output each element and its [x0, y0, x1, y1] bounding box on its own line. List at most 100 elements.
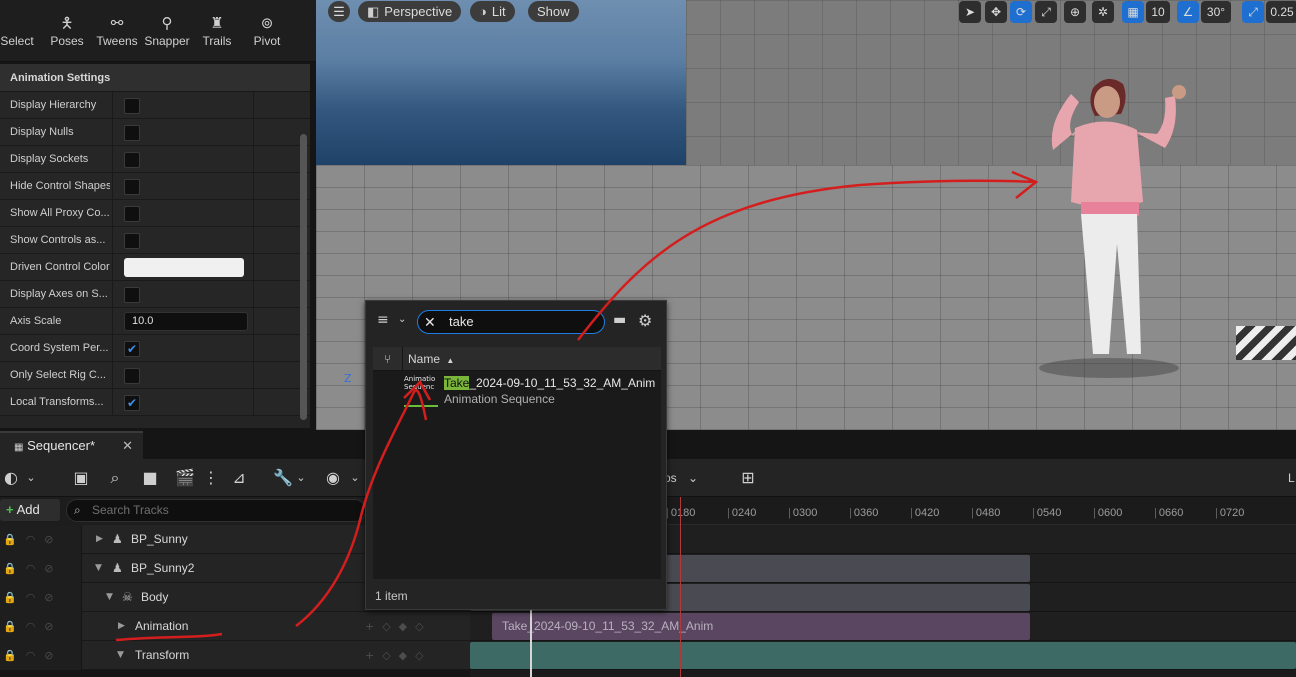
chevron-down-icon[interactable]: ⌄ [398, 314, 406, 325]
column-divider[interactable] [112, 200, 113, 227]
collapse-arrow-icon[interactable]: ▼ [106, 583, 113, 612]
column-divider[interactable] [112, 281, 113, 308]
track-lock-controls[interactable]: 🔒◠⊘ [0, 554, 82, 583]
filter-icon[interactable]: ≡ [377, 312, 389, 328]
keyframe-controls[interactable]: +◇◆◇ [365, 612, 465, 641]
pivot-button[interactable]: ⊚ Pivot [242, 14, 292, 48]
rotation-snap-icon[interactable]: ∠ [1177, 1, 1199, 23]
collapse-arrow-icon[interactable]: ▼ [95, 554, 102, 583]
curve-icon[interactable]: ⊿ [228, 467, 250, 489]
translate-icon[interactable]: ✥ [985, 1, 1007, 23]
rotate-icon[interactable]: ⟳ [1010, 1, 1032, 23]
chevron-down-icon[interactable]: ⌄ [20, 467, 42, 489]
track-lock-controls[interactable]: 🔒◠⊘ [0, 641, 82, 670]
column-divider [253, 362, 254, 389]
trails-button[interactable]: ♜ Trails [192, 14, 242, 48]
asset-list-item[interactable]: Animatio Sequenc Take_2024-09-10_11_53_3… [373, 371, 661, 411]
setting-checkbox[interactable] [124, 368, 140, 384]
grid-snap-icon[interactable]: ▦ [1122, 1, 1144, 23]
search-icon: ⌕ [74, 503, 81, 517]
settings-scrollbar[interactable] [300, 134, 307, 420]
setting-checkbox[interactable] [124, 206, 140, 222]
tweens-button[interactable]: ⚯ Tweens [92, 14, 142, 48]
setting-checkbox[interactable] [124, 179, 140, 195]
setting-checkbox[interactable]: ✔ [124, 395, 140, 411]
column-divider[interactable] [112, 389, 113, 416]
column-divider[interactable] [112, 92, 113, 119]
track-lock-controls[interactable]: 🔒◠⊘ [0, 525, 82, 554]
poses-button[interactable]: 🯅 Poses [42, 14, 92, 48]
setting-checkbox[interactable] [124, 125, 140, 141]
transform-section-bar[interactable] [470, 642, 1296, 669]
camera-icon[interactable]: ■ [139, 467, 161, 489]
expand-arrow-icon[interactable]: ▶ [96, 525, 103, 554]
viewport-options-button[interactable]: ☰ [328, 1, 350, 22]
color-swatch[interactable] [124, 258, 244, 277]
column-divider[interactable] [112, 254, 113, 281]
save-icon[interactable]: ▣ [70, 467, 92, 489]
lit-button[interactable]: ◑ Lit [470, 1, 515, 22]
scale-icon[interactable]: ⤢ [1035, 1, 1057, 23]
sequencer-tab-title: Sequencer* [27, 438, 96, 453]
clear-search-icon[interactable]: ✕ [424, 311, 436, 333]
name-column-header[interactable]: Name ▲ [408, 347, 454, 373]
select-mode-button[interactable]: Select [0, 14, 42, 48]
setting-checkbox[interactable] [124, 287, 140, 303]
show-button[interactable]: Show [528, 1, 579, 22]
folder-icon[interactable]: ▬ [613, 312, 626, 328]
gear-icon[interactable]: ⚙ [638, 311, 652, 330]
animation-section[interactable]: Take_2024-09-10_11_53_32_AM_Anim [492, 613, 1030, 640]
select-mode-icon[interactable]: ➤ [959, 1, 981, 23]
keyframe-controls[interactable]: +◇◆◇ [365, 641, 465, 670]
expand-arrow-icon[interactable]: ▶ [118, 612, 125, 641]
branch-icon[interactable]: ⑂ [373, 347, 403, 371]
setting-checkbox[interactable] [124, 233, 140, 249]
column-divider[interactable] [112, 335, 113, 362]
column-divider[interactable] [112, 362, 113, 389]
render-movie-icon[interactable]: 🎬 [174, 467, 196, 489]
track-transform[interactable]: 🔒◠⊘ ▼ Transform +◇◆◇ [0, 641, 470, 670]
chevron-down-icon[interactable]: ⌄ [344, 467, 366, 489]
close-icon[interactable]: ✕ [122, 433, 133, 459]
column-divider[interactable] [112, 119, 113, 146]
column-divider[interactable] [112, 308, 113, 335]
frame-rate-dropdown[interactable]: ps ⌄ [664, 467, 698, 489]
rotation-snap-value[interactable]: 30° [1201, 1, 1231, 23]
snapper-button[interactable]: ⚲ Snapper [142, 14, 192, 48]
axis-gizmo-icon: Z [344, 372, 352, 385]
track-animation[interactable]: 🔒◠⊘ ▶ Animation +◇◆◇ [0, 612, 470, 641]
column-divider[interactable] [112, 146, 113, 173]
setting-checkbox[interactable]: ✔ [124, 341, 140, 357]
column-divider[interactable] [112, 227, 113, 254]
track-label: BP_Sunny2 [131, 561, 195, 575]
perspective-button[interactable]: ◧ Perspective [358, 1, 462, 22]
add-track-button[interactable]: + Add [0, 499, 60, 521]
settings-header[interactable]: Animation Settings [0, 64, 310, 92]
scale-snap-value[interactable]: 0.25 [1266, 1, 1296, 23]
sequencer-tab-icon: ▦ [14, 442, 24, 453]
eye-icon[interactable]: ◉ [322, 467, 344, 489]
find-asset-icon[interactable]: ⌕ [104, 467, 126, 489]
surface-snap-icon[interactable]: ✲ [1092, 1, 1114, 23]
asset-search-input[interactable]: ✕ take [417, 310, 605, 334]
world-icon[interactable]: ◐ [0, 467, 22, 489]
chevron-down-icon[interactable]: ⌄ [290, 467, 312, 489]
tab-sequencer[interactable]: ▦ Sequencer* ✕ [0, 431, 143, 459]
track-lock-controls[interactable]: 🔒◠⊘ [0, 583, 82, 612]
playhead-marker[interactable] [680, 497, 681, 677]
setting-checkbox[interactable] [124, 152, 140, 168]
world-space-icon[interactable]: ⊕ [1064, 1, 1086, 23]
curve-editor-icon[interactable]: ⊞ [737, 467, 759, 489]
track-lock-controls[interactable]: 🔒◠⊘ [0, 612, 82, 641]
pivot-icon: ⊚ [260, 15, 274, 32]
character-figure[interactable] [1031, 70, 1211, 380]
scale-snap-icon[interactable]: ⤢ [1242, 1, 1264, 23]
more-options-icon[interactable]: ⋮ [200, 467, 222, 489]
ruler-tick-label: 0660 [1154, 507, 1183, 519]
setting-checkbox[interactable] [124, 98, 140, 114]
column-divider[interactable] [112, 173, 113, 200]
number-field[interactable]: 10.0 [124, 312, 248, 331]
collapse-arrow-icon[interactable]: ▼ [117, 641, 124, 670]
grid-snap-value[interactable]: 10 [1146, 1, 1170, 23]
search-tracks-input[interactable]: ⌕ Search Tracks [66, 499, 366, 522]
